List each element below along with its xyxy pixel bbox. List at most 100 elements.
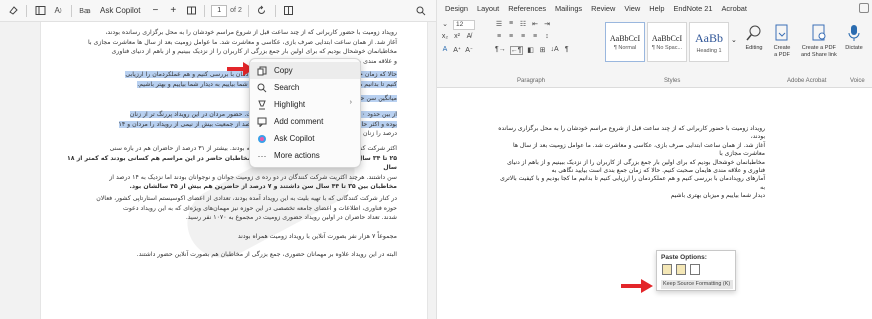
doc-line: مخاطبانمان خوشحال بودیم که برای اولین با…	[507, 158, 765, 166]
increase-indent-icon[interactable]: ⇥	[543, 20, 551, 28]
erase-icon[interactable]	[6, 4, 20, 18]
page-view-icon[interactable]	[282, 4, 296, 18]
zoom-in-button[interactable]: +	[166, 5, 180, 16]
text-line: رویداد زومیت با حضور کاربرانی که از چند …	[105, 29, 397, 36]
style-no-spacing[interactable]: AaBbCcI ¶ No Spac...	[647, 22, 687, 62]
zoom-out-button[interactable]: −	[148, 5, 162, 16]
style-name: ¶ No Spac...	[651, 44, 683, 51]
context-menu-label: Copy	[274, 66, 293, 75]
create-pdf-icon	[775, 24, 788, 41]
tab-acrobat[interactable]: Acrobat	[722, 4, 747, 13]
toolbar-divider	[247, 4, 249, 17]
superscript-icon[interactable]: x²	[453, 33, 461, 40]
translate-icon[interactable]: Bꜳ	[78, 4, 92, 18]
copilot-icon	[256, 133, 268, 145]
context-menu-highlight[interactable]: Highlight ›	[250, 96, 360, 113]
subscript-icon[interactable]: x₂	[441, 33, 449, 40]
more-icon: ···	[257, 150, 267, 161]
tab-view[interactable]: View	[624, 4, 640, 13]
font-name-dropdown[interactable]: ⌄	[441, 20, 449, 30]
style-preview: AaBb	[695, 30, 723, 45]
highlight-icon	[256, 99, 268, 111]
style-normal[interactable]: AaBbCcI ¶ Normal	[605, 22, 645, 62]
context-menu-label: Ask Copilot	[274, 134, 315, 143]
font-size-input[interactable]: 12	[453, 20, 475, 30]
multilevel-list-icon[interactable]: ☷	[519, 20, 527, 28]
numbering-icon[interactable]: ≡	[507, 20, 515, 28]
styles-more-chevron-icon[interactable]: ⌄	[731, 36, 737, 44]
tab-mailings[interactable]: Mailings	[555, 4, 582, 13]
align-left-icon[interactable]: ≡	[495, 33, 503, 40]
microphone-icon	[848, 25, 860, 41]
dictate-button[interactable]: Dictate	[845, 24, 863, 52]
text-line: مخاطبانمان خوشحال بودیم که برای اولین با…	[111, 48, 397, 56]
decrease-indent-icon[interactable]: ⇤	[531, 20, 539, 28]
group-label-styles: Styles	[664, 78, 681, 84]
group-label-adobe-acrobat: Adobe Acrobat	[787, 78, 827, 84]
sidebar-toggle-icon[interactable]	[33, 4, 47, 18]
keep-source-formatting-icon[interactable]	[662, 264, 672, 275]
copy-icon	[256, 65, 268, 77]
create-pdf-button[interactable]: Create a PDF	[773, 24, 791, 59]
tab-references[interactable]: References	[508, 4, 546, 13]
word-document[interactable]: رویداد زومیت با حضور کاربرانی که از چند …	[437, 88, 872, 319]
grow-font-icon[interactable]: Aᐩ	[453, 46, 461, 54]
text-line: البته در این رویداد علاوه بر مهمانان حضو…	[136, 251, 397, 258]
rtl-icon[interactable]: ←¶	[509, 46, 523, 55]
doc-line: دیدار شما بیاییم و میزبان بهتری باشیم	[670, 192, 765, 200]
pasted-paragraph: رویداد زومیت با حضور کاربرانی که از چند …	[495, 125, 765, 201]
pdf-toolbar: A) Bꜳ Ask Copilot − + 1 of 2	[0, 0, 436, 22]
group-label-paragraph: Paragraph	[517, 78, 546, 84]
editing-label: Editing	[745, 45, 763, 51]
page-number-input[interactable]: 1	[211, 4, 228, 17]
context-menu-ask-copilot[interactable]: Ask Copilot	[250, 130, 360, 147]
pdf-paragraph-6: در کنار شرکت کنندگانی که با تهیه بلیت به…	[53, 194, 397, 223]
sort-icon[interactable]: ↓A	[551, 46, 559, 55]
keep-text-only-icon[interactable]	[690, 264, 700, 275]
ribbon: ⌄ 12 x₂ x² A̸ A Aᐩ Aᐨ ☰ ≡ ☷ ⇤ ⇥ ≡ ≡ ≡ ≡ …	[437, 16, 872, 88]
style-preview: AaBbCcI	[609, 33, 641, 43]
justify-icon[interactable]: ≡	[531, 33, 539, 40]
toolbar-divider	[204, 4, 206, 17]
paragraph-row-1: ☰ ≡ ☷ ⇤ ⇥	[495, 20, 551, 28]
comment-icon	[256, 116, 268, 128]
chevron-right-icon: ›	[349, 99, 352, 106]
tab-help[interactable]: Help	[649, 4, 664, 13]
page-navigator: 1 of 2	[211, 4, 242, 17]
borders-icon[interactable]: ⊞	[539, 46, 547, 55]
font-format-row: x₂ x² A̸	[441, 33, 473, 40]
doc-line: رویداد زومیت با حضور کاربرانی که از چند …	[498, 125, 765, 141]
tab-review[interactable]: Review	[591, 4, 615, 13]
create-pdf-share-button[interactable]: Create a PDF and Share link	[801, 24, 837, 59]
rotate-icon[interactable]	[255, 4, 269, 18]
shading-icon[interactable]: ◧	[527, 46, 535, 55]
search-icon[interactable]	[414, 4, 428, 18]
bullets-icon[interactable]: ☰	[495, 20, 503, 28]
comments-icon[interactable]	[859, 3, 869, 13]
ltr-icon[interactable]: ¶→	[495, 46, 506, 55]
tab-endnote[interactable]: EndNote 21	[673, 4, 712, 13]
context-menu-more-actions[interactable]: ··· More actions	[250, 147, 360, 164]
find-icon	[746, 25, 761, 41]
tab-layout[interactable]: Layout	[477, 4, 499, 13]
merge-formatting-icon[interactable]	[676, 264, 686, 275]
show-marks-icon[interactable]: ¶	[563, 46, 571, 55]
read-aloud-icon[interactable]: A)	[51, 4, 65, 18]
tab-design[interactable]: Design	[445, 4, 468, 13]
text-line: مجموعاً ۷ هزار نفر بصورت آنلاین با رویدا…	[237, 233, 397, 240]
align-center-icon[interactable]: ≡	[507, 33, 515, 40]
clear-format-icon[interactable]: A̸	[465, 33, 473, 40]
text-line: حوزه فناوری، اطلاعات و اعضای جامعه تخصصی…	[123, 204, 397, 212]
context-menu-search[interactable]: Search	[250, 79, 360, 96]
shrink-font-icon[interactable]: Aᐨ	[465, 46, 473, 54]
fit-page-icon[interactable]	[184, 4, 198, 18]
line-spacing-icon[interactable]: ↕	[543, 33, 551, 40]
text-effects-icon[interactable]: A	[441, 46, 449, 54]
ask-copilot-button[interactable]: Ask Copilot	[96, 6, 144, 15]
align-right-icon[interactable]: ≡	[519, 33, 527, 40]
context-menu-copy[interactable]: Copy	[250, 62, 360, 79]
editing-button[interactable]: Editing	[745, 24, 763, 52]
text-line: در کنار شرکت کنندگانی که با تهیه بلیت به…	[96, 195, 397, 202]
style-heading-1[interactable]: AaBb Heading 1	[689, 22, 729, 62]
context-menu-add-comment[interactable]: Add comment	[250, 113, 360, 130]
